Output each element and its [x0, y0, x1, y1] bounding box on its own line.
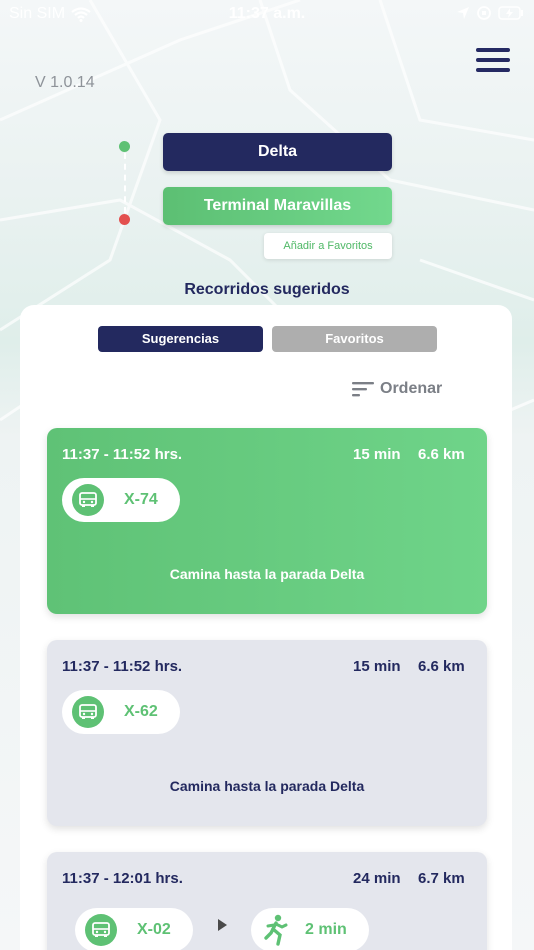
route-card[interactable]: 11:37 - 12:01 hrs. 24 min 6.7 km X-02 2 …: [47, 852, 487, 950]
route-duration: 24 min: [353, 870, 401, 887]
route-time: 11:37 - 11:52 hrs.: [62, 658, 183, 675]
bus-pill: X-74: [62, 478, 180, 522]
menu-bar-bottom: [476, 68, 510, 72]
menu-icon[interactable]: [476, 48, 512, 76]
sort-icon: [352, 382, 374, 397]
sort-label: Ordenar: [380, 380, 443, 397]
route-distance: 6.7 km: [418, 870, 465, 887]
status-time: 11:37 a.m.: [228, 5, 306, 22]
origin-dot-icon: [119, 141, 130, 152]
tab-suggestions[interactable]: Sugerencias: [98, 326, 263, 352]
route-card[interactable]: 11:37 - 11:52 hrs. 15 min 6.6 km X-74 Ca…: [47, 428, 487, 614]
walk-pill: 2 min: [251, 908, 369, 950]
tab-favorites[interactable]: Favoritos: [272, 326, 437, 352]
walk-instruction: Camina hasta la parada Delta: [169, 778, 365, 794]
destination-dot-icon: [119, 214, 130, 225]
bus-icon: [85, 914, 117, 946]
bus-pill: X-02: [75, 908, 193, 950]
app-version: V 1.0.14: [35, 74, 95, 91]
walk-time: 2 min: [305, 921, 347, 938]
menu-bar-top: [476, 48, 510, 52]
sort-button[interactable]: Ordenar: [352, 380, 442, 398]
route-duration: 15 min: [353, 446, 401, 463]
location-icon: [457, 7, 469, 19]
route-card[interactable]: 11:37 - 11:52 hrs. 15 min 6.6 km X-62 Ca…: [47, 640, 487, 826]
status-bar: Sin SIM 11:37 a.m.: [0, 0, 534, 28]
status-right: [456, 5, 524, 21]
arrow-right-icon: [218, 919, 227, 931]
route-duration: 15 min: [353, 658, 401, 675]
bus-icon: [72, 484, 104, 516]
orientation-lock-icon: [477, 6, 491, 20]
menu-bar-middle: [476, 58, 510, 62]
route-distance: 6.6 km: [418, 658, 465, 675]
route-time: 11:37 - 11:52 hrs.: [62, 446, 183, 463]
walk-instruction: Camina hasta la parada Delta: [169, 566, 365, 582]
bus-line: X-02: [137, 921, 171, 938]
origin-button[interactable]: Delta: [163, 133, 392, 171]
bus-line: X-62: [124, 703, 158, 720]
route-dash: [124, 153, 126, 213]
route-distance: 6.6 km: [418, 446, 465, 463]
walk-icon: [259, 914, 291, 946]
bus-pill: X-62: [62, 690, 180, 734]
bus-line: X-74: [124, 491, 158, 508]
battery-icon: [498, 6, 523, 20]
bus-icon: [72, 696, 104, 728]
destination-button[interactable]: Terminal Maravillas: [163, 187, 392, 225]
route-line: [118, 141, 130, 225]
route-time: 11:37 - 12:01 hrs.: [62, 870, 183, 887]
suggested-routes-title: Recorridos sugeridos: [184, 281, 350, 298]
add-favorite-button[interactable]: Añadir a Favoritos: [264, 233, 392, 259]
